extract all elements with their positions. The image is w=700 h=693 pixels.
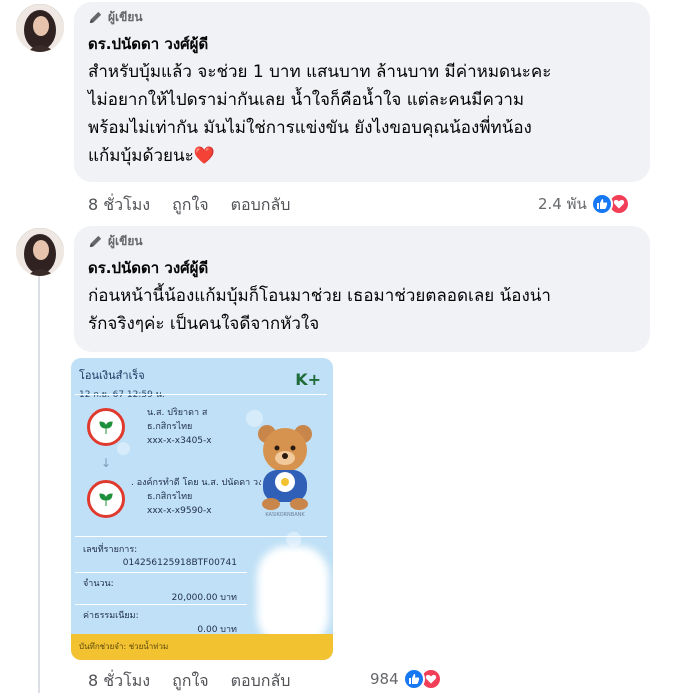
divider	[75, 536, 327, 537]
avatar-image	[16, 4, 64, 52]
amount-label: จำนวน:	[83, 579, 114, 589]
timestamp-link[interactable]: 8 ชั่วโมง	[88, 669, 150, 693]
ref-value: 014256125918BTF00741	[122, 558, 237, 568]
comment-bubble: ผู้เขียน ดร.ปนัดดา วงศ์ผู้ดี ก่อนหน้านี้…	[74, 226, 650, 352]
timestamp-link[interactable]: 8 ชั่วโมง	[88, 193, 150, 218]
memo-text: บันทึกช่วยจำ: ช่วยน้ำท่วม	[79, 642, 169, 651]
pencil-icon	[89, 235, 102, 247]
like-button[interactable]: ถูกใจ	[172, 669, 209, 693]
sender-name: น.ส. ปริยาดา ส	[147, 408, 208, 418]
recipient-bank: ธ.กสิกรไทย	[147, 492, 193, 502]
fee-label: ค่าธรรมเนียม:	[83, 611, 139, 621]
author-badge-label: ผู้เขียน	[108, 233, 143, 248]
avatar[interactable]	[16, 4, 64, 52]
author-name[interactable]: ดร.ปนัดดา วงศ์ผู้ดี	[88, 32, 636, 56]
thumbs-up-icon	[590, 193, 613, 215]
comment-text: สำหรับบุ้มแล้ว จะช่วย 1 บาท แสนบาท ล้านบ…	[88, 58, 636, 170]
comment-actions: 8 ชั่วโมง ถูกใจ ตอบกลับ	[88, 193, 312, 218]
reaction-summary[interactable]: 2.4 พัน	[538, 192, 630, 216]
author-badge-label: ผู้เขียน	[108, 9, 143, 24]
recipient-account: xxx-x-x9590-x	[147, 506, 212, 516]
avatar-image	[16, 228, 64, 276]
kasikorn-leaf-icon	[87, 480, 125, 518]
comment-text-line: ก่อนหน้านี้น้องแก้มบุ้มก็โอนมาช่วย เธอมา…	[88, 286, 551, 306]
reply-button[interactable]: ตอบกลับ	[231, 193, 291, 218]
comment-actions: 8 ชั่วโมง ถูกใจ ตอบกลับ	[88, 669, 312, 693]
slip-title: โอนเงินสำเร็จ	[79, 369, 145, 382]
author-badge: ผู้เขียน	[88, 232, 636, 250]
recipient-details: . องค์กรทำดี โดย น.ส. ปนัดดา วงศ์ผู้ดี ธ…	[131, 476, 261, 518]
sender-details: น.ส. ปริยาดา ส ธ.กสิกรไทย xxx-x-x3405-x	[147, 406, 212, 448]
sticker-caption: KASIKORNBANK	[265, 512, 305, 518]
thumbs-up-icon	[402, 668, 425, 690]
arrow-down-icon: ↓	[101, 456, 112, 470]
comment-text-line: พร้อมไม่เท่ากัน มันไม่ใช่การแข่งขัน ยังไ…	[88, 118, 532, 138]
reaction-count: 984	[370, 670, 399, 688]
bear-sticker: KASIKORNBANK	[258, 425, 312, 518]
reaction-summary[interactable]: 984	[370, 668, 442, 690]
comment-text-line: สำหรับบุ้มแล้ว จะช่วย 1 บาท แสนบาท ล้านบ…	[88, 62, 552, 82]
reply-button[interactable]: ตอบกลับ	[231, 669, 291, 693]
comment-text-line: รักจริงๆค่ะ เป็นคนใจดีจากหัวใจ	[88, 314, 320, 334]
comment-text-line: ไม่อยากให้ไปดราม่ากันเลย น้ำใจก็คือน้ำใจ…	[88, 90, 525, 110]
comment-text-line: แก้มบุ้มด้วยนะ❤️	[88, 146, 215, 166]
divider	[75, 572, 247, 573]
kasikorn-leaf-icon	[87, 408, 125, 446]
author-badge: ผู้เขียน	[88, 8, 636, 26]
author-name[interactable]: ดร.ปนัดดา วงศ์ผู้ดี	[88, 256, 636, 280]
slip-header: โอนเงินสำเร็จ 12 ก.ย. 67 12:59 น.	[79, 366, 165, 401]
qr-code-redacted	[257, 546, 329, 646]
reaction-count: 2.4 พัน	[538, 195, 587, 213]
reply-thread-line	[38, 276, 40, 693]
transfer-slip-image[interactable]: โอนเงินสำเร็จ 12 ก.ย. 67 12:59 น. K+ น.ส…	[71, 358, 333, 660]
comment-bubble: ผู้เขียน ดร.ปนัดดา วงศ์ผู้ดี สำหรับบุ้มแ…	[74, 2, 650, 182]
like-button[interactable]: ถูกใจ	[172, 193, 209, 218]
comment-text: ก่อนหน้านี้น้องแก้มบุ้มก็โอนมาช่วย เธอมา…	[88, 282, 636, 338]
ref-label: เลขที่รายการ:	[83, 545, 138, 555]
divider	[75, 394, 327, 395]
pencil-icon	[89, 11, 102, 23]
amount-value: 20,000.00 บาท	[171, 593, 237, 603]
avatar[interactable]	[16, 228, 64, 276]
kplus-logo: K+	[295, 370, 321, 389]
sender-bank: ธ.กสิกรไทย	[147, 422, 193, 432]
recipient-name: . องค์กรทำดี โดย น.ส. ปนัดดา วงศ์ผู้ดี	[131, 478, 261, 488]
divider	[75, 604, 247, 605]
sender-account: xxx-x-x3405-x	[147, 436, 212, 446]
